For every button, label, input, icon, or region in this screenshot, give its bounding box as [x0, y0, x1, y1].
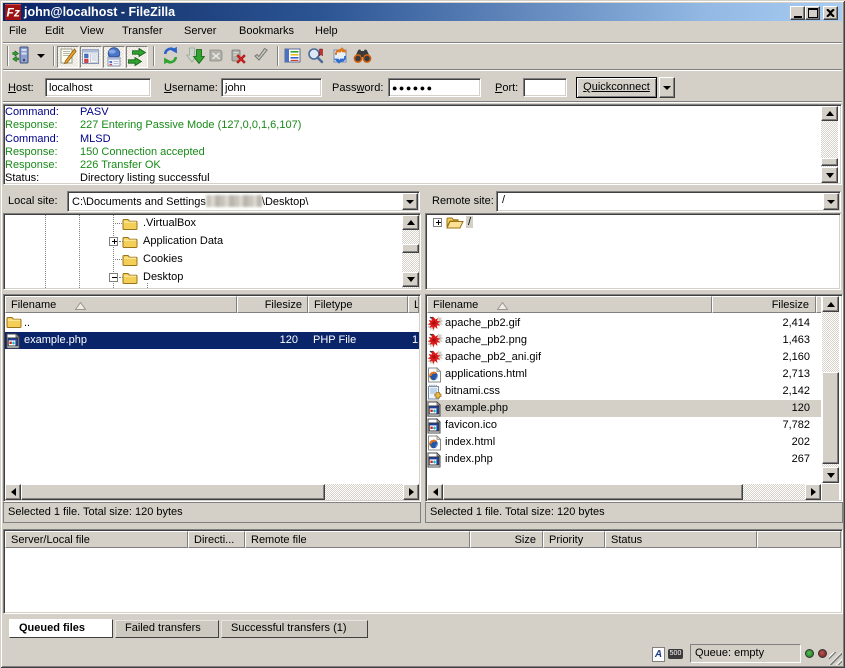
- svg-text:Fz: Fz: [7, 6, 20, 20]
